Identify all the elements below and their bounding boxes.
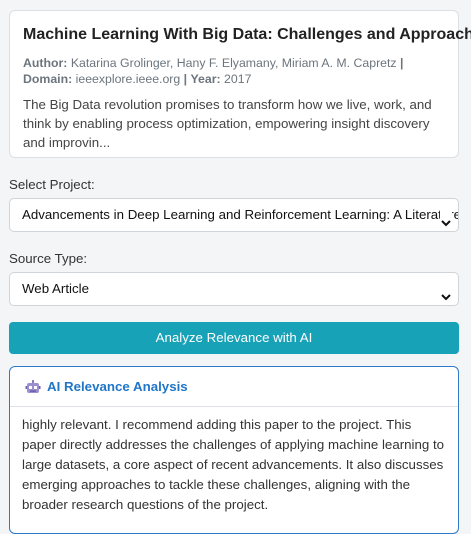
paper-title: Machine Learning With Big Data: Challeng…: [23, 26, 471, 43]
paper-year: 2017: [224, 72, 252, 86]
paper-card: Machine Learning With Big Data: Challeng…: [9, 10, 471, 158]
project-select-label: Select Project:: [9, 177, 95, 192]
source-type-select[interactable]: Web Article: [9, 272, 459, 306]
author-label: Author:: [23, 56, 68, 70]
paper-abstract: The Big Data revolution promises to tran…: [23, 97, 432, 150]
analysis-title: AI Relevance Analysis: [47, 379, 188, 394]
paper-meta: Author: Katarina Grolinger, Hany F. Elya…: [23, 56, 404, 86]
analysis-text: highly relevant. I recommend adding this…: [22, 417, 445, 512]
robot-icon: [25, 379, 41, 395]
analysis-header: AI Relevance Analysis: [10, 367, 458, 407]
domain-label: Domain:: [23, 72, 73, 86]
ai-analysis-card: AI Relevance Analysis highly relevant. I…: [9, 366, 459, 534]
analyze-relevance-button[interactable]: Analyze Relevance with AI: [9, 322, 459, 354]
paper-authors: Katarina Grolinger, Hany F. Elyamany, Mi…: [70, 56, 397, 70]
source-type-value: Web Article: [22, 281, 90, 296]
paper-domain: ieeexplore.ieee.org: [75, 72, 181, 86]
chevron-down-icon: [440, 283, 452, 301]
source-type-label: Source Type:: [9, 251, 88, 266]
chevron-down-icon: [440, 209, 452, 227]
year-label: Year:: [190, 72, 221, 86]
project-select-value: Advancements in Deep Learning and Reinfo…: [22, 207, 459, 222]
project-select[interactable]: Advancements in Deep Learning and Reinfo…: [9, 198, 459, 232]
